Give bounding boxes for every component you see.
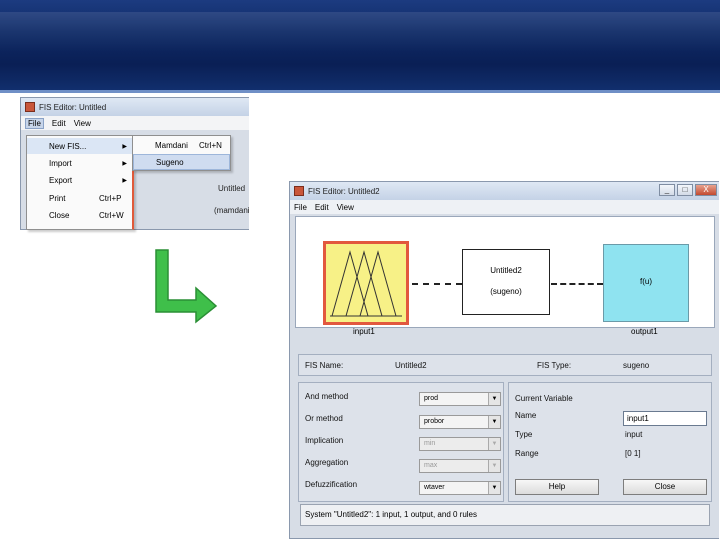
implication-select: min ▼ bbox=[419, 437, 501, 451]
menu-file[interactable]: File bbox=[294, 203, 307, 212]
variable-name-input[interactable]: input1 bbox=[623, 411, 707, 426]
type-label: Type bbox=[515, 430, 533, 439]
defuzzification-label: Defuzzification bbox=[305, 480, 358, 489]
banner-divider bbox=[0, 90, 720, 93]
implication-label: Implication bbox=[305, 436, 344, 445]
fis-name-label: FIS Name: bbox=[305, 361, 344, 370]
menu-item-label: Print bbox=[49, 193, 66, 203]
output-function-label: f(u) bbox=[640, 277, 652, 286]
window-title: FIS Editor: Untitled2 bbox=[308, 186, 380, 196]
slide-header-banner bbox=[0, 0, 720, 93]
name-label: Name bbox=[515, 411, 537, 420]
menu-item-sugeno[interactable]: Sugeno bbox=[133, 154, 230, 170]
menu-item-export[interactable]: Export ▶ bbox=[27, 172, 133, 188]
aggregation-select: max ▼ bbox=[419, 459, 501, 473]
select-value: probor bbox=[424, 418, 445, 425]
menu-item-label: Export bbox=[49, 175, 73, 185]
system-type-label: (mamdani bbox=[214, 206, 250, 215]
window-title: FIS Editor: Untitled bbox=[39, 102, 107, 112]
menu-item-shortcut: Ctrl+W bbox=[99, 210, 124, 220]
menu-item-label: Import bbox=[49, 158, 72, 168]
system-name-label: Untitled bbox=[218, 184, 246, 193]
select-value: max bbox=[424, 462, 438, 469]
chevron-down-icon: ▼ bbox=[488, 438, 500, 450]
window-titlebar: FIS Editor: Untitled bbox=[21, 98, 249, 116]
system-box[interactable]: Untitled2 (sugeno) bbox=[462, 249, 550, 315]
chevron-down-icon: ▼ bbox=[488, 460, 500, 472]
menu-edit[interactable]: Edit bbox=[315, 203, 329, 212]
menu-item-print[interactable]: Print Ctrl+P bbox=[27, 190, 133, 206]
menu-item-new-fis[interactable]: New FIS... ▶ bbox=[27, 138, 133, 154]
fis-type-value: sugeno bbox=[623, 361, 650, 370]
aggregation-label: Aggregation bbox=[305, 458, 349, 467]
current-variable-heading: Current Variable bbox=[515, 394, 573, 403]
new-fis-submenu: Mamdani Ctrl+N Sugeno bbox=[132, 135, 231, 171]
variable-type-value: input bbox=[625, 430, 643, 439]
fis-editor-window-untitled2: FIS Editor: Untitled2 _ □ X File Edit Vi… bbox=[289, 181, 719, 539]
menu-item-label: Close bbox=[49, 210, 70, 220]
menu-item-label: New FIS... bbox=[49, 141, 87, 151]
file-menu-dropdown: New FIS... ▶ Import ▶ Export ▶ Print Ctr… bbox=[26, 135, 134, 230]
fis-name-value: Untitled2 bbox=[395, 361, 427, 370]
output-variable-box[interactable]: f(u) bbox=[603, 244, 689, 322]
chevron-down-icon: ▼ bbox=[488, 482, 500, 494]
menu-bar: File Edit View bbox=[21, 116, 249, 130]
input-variable-box[interactable] bbox=[323, 241, 409, 325]
or-method-select[interactable]: probor ▼ bbox=[419, 415, 501, 429]
help-button[interactable]: Help bbox=[515, 479, 599, 495]
system-name: Untitled2 bbox=[490, 266, 522, 275]
menu-bar: File Edit View bbox=[290, 200, 719, 214]
and-method-select[interactable]: prod ▼ bbox=[419, 392, 501, 406]
system-type: (sugeno) bbox=[490, 287, 522, 296]
submenu-arrow-icon: ▶ bbox=[122, 177, 127, 184]
select-value: wtaver bbox=[424, 484, 445, 491]
select-value: min bbox=[424, 440, 436, 447]
menu-view[interactable]: View bbox=[74, 119, 91, 128]
range-label: Range bbox=[515, 449, 539, 458]
close-button[interactable]: Close bbox=[623, 479, 707, 495]
current-variable-panel: Current Variable Name input1 Type input … bbox=[508, 382, 712, 502]
variable-range-value: [0 1] bbox=[625, 449, 641, 458]
menu-item-mamdani[interactable]: Mamdani Ctrl+N bbox=[133, 137, 230, 153]
or-method-label: Or method bbox=[305, 414, 343, 423]
close-window-button[interactable]: X bbox=[695, 184, 717, 196]
matlab-app-icon bbox=[294, 186, 304, 196]
submenu-arrow-icon: ▶ bbox=[122, 143, 127, 150]
window-titlebar: FIS Editor: Untitled2 _ □ X bbox=[290, 182, 719, 200]
menu-view[interactable]: View bbox=[337, 203, 354, 212]
status-bar: System "Untitled2": 1 input, 1 output, a… bbox=[300, 504, 710, 526]
fis-diagram: Untitled2 (sugeno) f(u) bbox=[295, 216, 715, 328]
banner-highlight bbox=[0, 12, 720, 52]
menu-item-label: Sugeno bbox=[156, 157, 184, 167]
fis-info-panel: FIS Name: Untitled2 FIS Type: sugeno bbox=[298, 354, 712, 376]
window-controls: _ □ X bbox=[659, 184, 717, 196]
chevron-down-icon: ▼ bbox=[488, 416, 500, 428]
maximize-button[interactable]: □ bbox=[677, 184, 693, 196]
input-caption: input1 bbox=[353, 327, 375, 336]
menu-item-close[interactable]: Close Ctrl+W bbox=[27, 207, 133, 223]
connector-system-output bbox=[551, 283, 603, 285]
matlab-app-icon bbox=[25, 102, 35, 112]
menu-item-shortcut: Ctrl+N bbox=[199, 140, 222, 150]
submenu-arrow-icon: ▶ bbox=[122, 160, 127, 167]
transition-arrow-icon bbox=[155, 249, 218, 324]
fis-type-label: FIS Type: bbox=[537, 361, 572, 370]
connector-input-system bbox=[412, 283, 462, 285]
menu-item-import[interactable]: Import ▶ bbox=[27, 155, 133, 171]
methods-panel: And method prod ▼ Or method probor ▼ Imp… bbox=[298, 382, 504, 502]
defuzzification-select[interactable]: wtaver ▼ bbox=[419, 481, 501, 495]
menu-edit[interactable]: Edit bbox=[52, 119, 66, 128]
menu-file[interactable]: File bbox=[25, 117, 44, 129]
minimize-button[interactable]: _ bbox=[659, 184, 675, 196]
output-caption: output1 bbox=[631, 327, 658, 336]
chevron-down-icon: ▼ bbox=[488, 393, 500, 405]
menu-item-shortcut: Ctrl+P bbox=[99, 193, 122, 203]
select-value: prod bbox=[424, 395, 439, 402]
and-method-label: And method bbox=[305, 392, 349, 401]
menu-item-label: Mamdani bbox=[155, 140, 188, 150]
membership-functions-icon bbox=[330, 250, 402, 317]
